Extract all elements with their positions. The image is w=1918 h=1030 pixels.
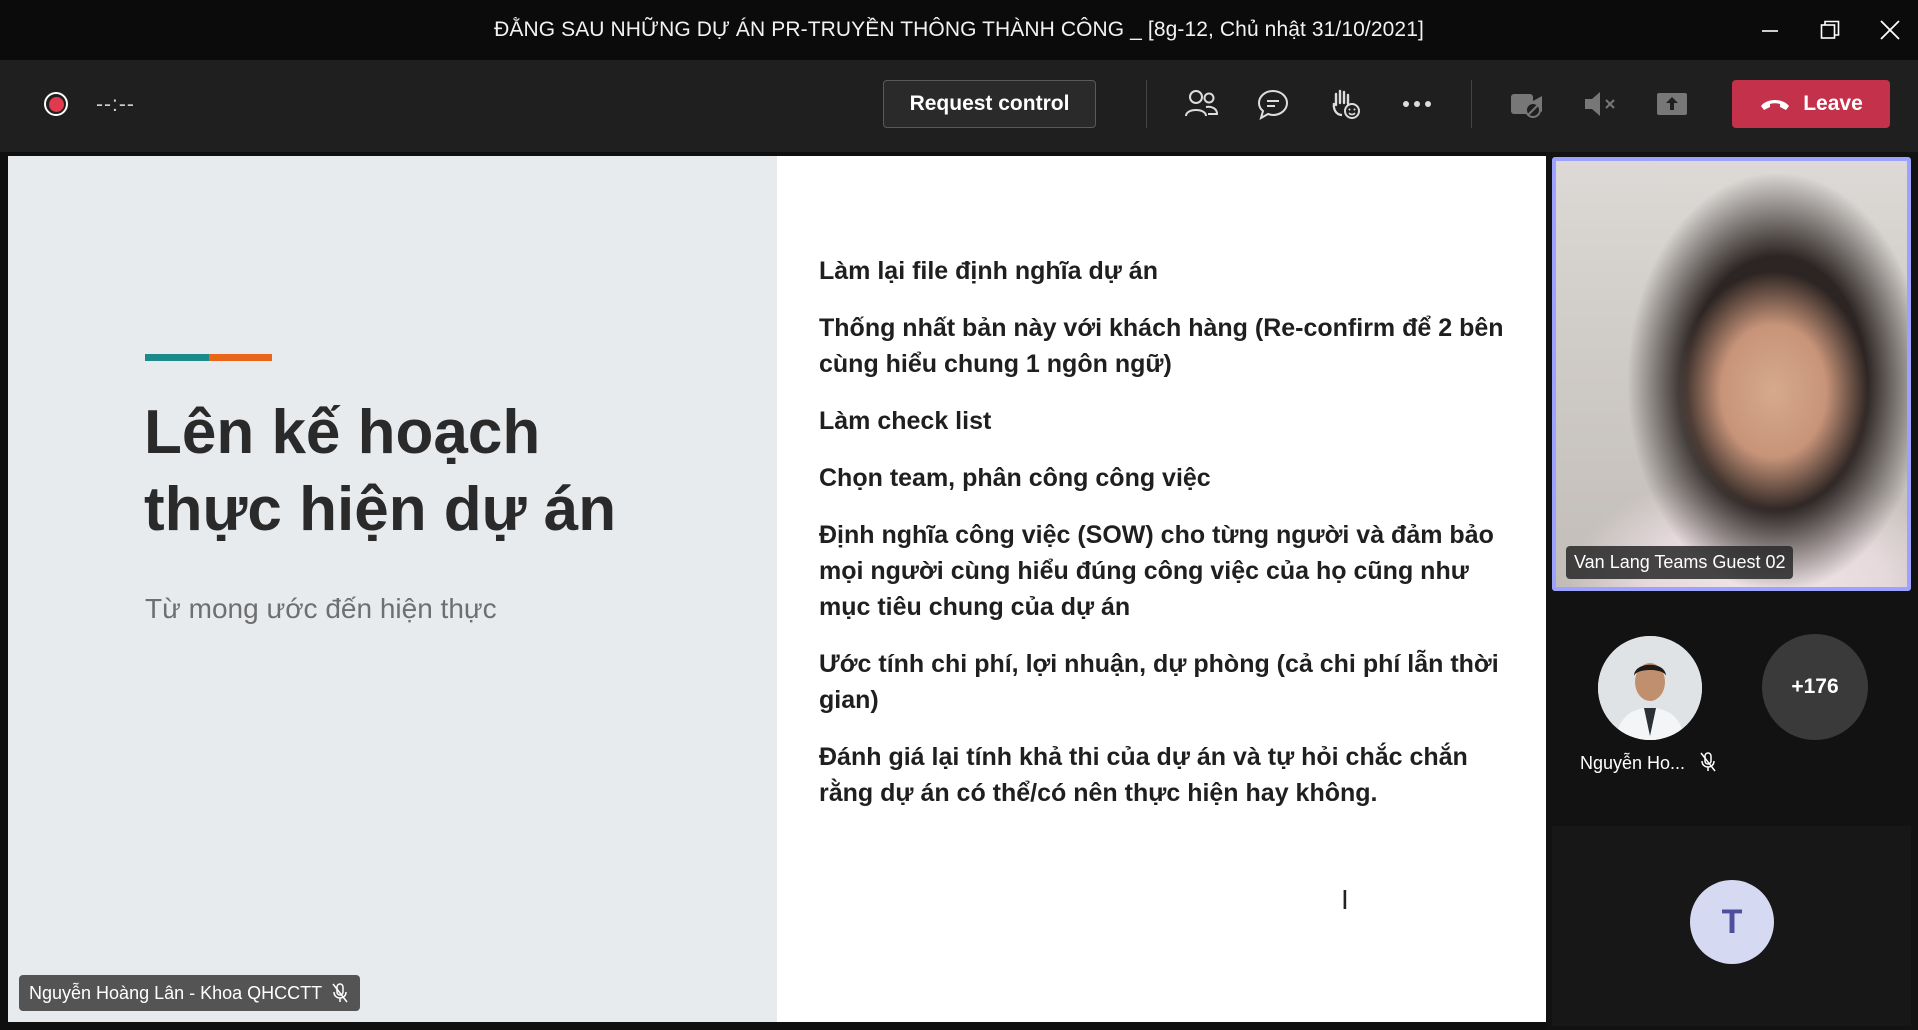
mic-off-icon: [332, 983, 348, 1003]
minimize-button[interactable]: [1750, 12, 1790, 48]
restore-button[interactable]: [1810, 12, 1850, 48]
list-item: Đánh giá lại tính khả thi của dự án và t…: [819, 743, 1468, 807]
leave-button[interactable]: Leave: [1732, 80, 1890, 128]
raise-hand-icon: [1332, 89, 1360, 119]
meeting-timer: --:--: [96, 93, 135, 116]
share-tray-icon: [1657, 93, 1687, 115]
participant-name: Nguyễn Ho...: [1580, 753, 1686, 773]
people-icon: [1185, 90, 1218, 117]
participant-video: [1556, 161, 1907, 587]
slide-title-line-1: Lên kế hoạch: [144, 398, 541, 467]
chat-button[interactable]: [1251, 84, 1295, 124]
chat-icon: [1257, 89, 1289, 120]
speaker-mute-icon: [1585, 92, 1615, 116]
phone-hangup-icon: [1761, 100, 1790, 110]
accent-bar-teal: [145, 354, 209, 361]
participant-video-tile[interactable]: Van Lang Teams Guest 02: [1552, 157, 1911, 591]
slide-title-line-2: thực hiện dự án: [144, 475, 617, 544]
avatar-photo-icon: [1598, 636, 1702, 740]
people-button[interactable]: [1179, 84, 1223, 124]
accent-bar: [145, 354, 272, 361]
close-button[interactable]: [1870, 12, 1910, 48]
slide-right-panel: Làm lại file định nghĩa dự án Thống nhất…: [777, 156, 1546, 1022]
request-control-button[interactable]: Request control: [883, 80, 1096, 128]
participant-mic: [1700, 752, 1716, 777]
participant-video-name: Van Lang Teams Guest 02: [1566, 546, 1794, 579]
slide-bullet-list: Làm lại file định nghĩa dự án Thống nhất…: [819, 253, 1519, 832]
shared-screen: Lên kế hoạch thực hiện dự án Từ mong ước…: [8, 156, 1546, 1022]
list-item: Định nghĩa công việc (SOW) cho từng ngườ…: [819, 521, 1494, 621]
self-avatar[interactable]: T: [1690, 880, 1774, 964]
presenter-name-tag: Nguyễn Hoàng Lân - Khoa QHCCTT: [19, 975, 361, 1011]
list-item: Chọn team, phân công công việc: [819, 464, 1211, 492]
more-participants-button[interactable]: +176: [1762, 634, 1868, 740]
leave-label: Leave: [1803, 92, 1863, 115]
reactions-button[interactable]: [1323, 84, 1367, 124]
mic-button[interactable]: [1578, 84, 1622, 124]
avatar[interactable]: [1598, 636, 1702, 740]
meeting-toolbar: --:-- Request control Leave: [0, 60, 1918, 152]
accent-bar-orange: [209, 354, 272, 361]
slide-title: Lên kế hoạch thực hiện dự án: [144, 394, 744, 548]
mic-off-icon: [1700, 752, 1716, 772]
list-item: Làm lại file định nghĩa dự án: [819, 257, 1158, 285]
list-item: Ước tính chi phí, lợi nhuận, dự phòng (c…: [819, 650, 1499, 714]
window-title: ĐẰNG SAU NHỮNG DỰ ÁN PR-TRUYỀN THÔNG THÀ…: [494, 18, 1424, 41]
toolbar-divider: [1471, 80, 1472, 128]
text-cursor-icon: I: [1341, 884, 1349, 915]
list-item: Làm check list: [819, 407, 992, 435]
list-item: Thống nhất bản này với khách hàng (Re-co…: [819, 314, 1504, 378]
camera-off-icon: [1511, 94, 1542, 118]
more-actions-button[interactable]: [1395, 84, 1439, 124]
title-bar: ĐẰNG SAU NHỮNG DỰ ÁN PR-TRUYỀN THÔNG THÀ…: [0, 0, 1918, 60]
share-button[interactable]: [1650, 84, 1694, 124]
restore-icon: [1820, 20, 1840, 39]
minimize-icon: [1762, 30, 1778, 32]
more-icon: [1403, 101, 1431, 107]
presenter-name: Nguyễn Hoàng Lân - Khoa QHCCTT: [29, 982, 323, 1003]
camera-button[interactable]: [1505, 84, 1549, 124]
close-icon: [1880, 20, 1900, 40]
slide-left-panel: Lên kế hoạch thực hiện dự án Từ mong ước…: [8, 156, 777, 1022]
slide-subtitle: Từ mong ước đến hiện thực: [145, 593, 497, 624]
recording-icon: [44, 92, 68, 116]
toolbar-divider: [1146, 80, 1147, 128]
